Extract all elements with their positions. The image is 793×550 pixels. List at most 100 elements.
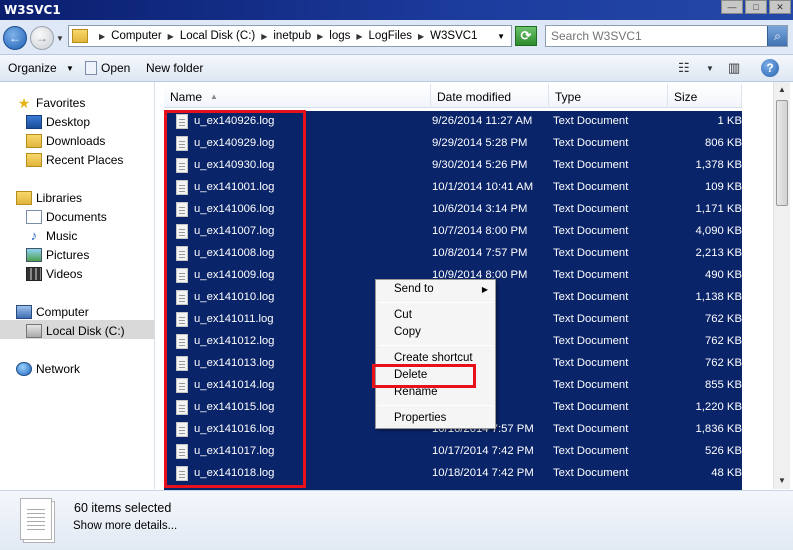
- menu-item-delete[interactable]: Delete: [394, 369, 427, 381]
- nav-label: Favorites: [36, 96, 86, 110]
- nav-item-recent-places[interactable]: Recent Places: [26, 151, 123, 169]
- file-size: 1,138 KB: [695, 291, 742, 303]
- nav-item-favorites[interactable]: ★ Favorites: [16, 94, 86, 112]
- chevron-right-icon[interactable]: ▶: [168, 32, 174, 41]
- file-size: 2,213 KB: [695, 247, 742, 259]
- file-name: u_ex141011.log: [194, 313, 274, 325]
- nav-label: Network: [36, 362, 81, 376]
- desktop-icon: [26, 115, 42, 129]
- menu-item-label: Create shortcut: [394, 352, 473, 364]
- chevron-right-icon[interactable]: ▶: [317, 32, 323, 41]
- table-row[interactable]: u_ex140926.log 9/26/2014 11:27 AM Text Doc…: [164, 111, 742, 133]
- file-name: u_ex141014.log: [194, 379, 275, 391]
- text-file-icon: [176, 224, 188, 239]
- menu-item-rename[interactable]: Rename: [394, 386, 437, 398]
- breadcrumb-w3svc1[interactable]: W3SVC1: [430, 30, 477, 42]
- file-date-modified: 10/17/2014 7:42 PM: [432, 445, 534, 457]
- file-name: u_ex141006.log: [194, 203, 275, 215]
- view-options-icon[interactable]: ☷: [678, 60, 690, 76]
- show-more-details-link[interactable]: Show more details...: [73, 520, 177, 532]
- pictures-icon: [26, 248, 42, 262]
- column-header-size[interactable]: Size: [668, 84, 742, 108]
- chevron-right-icon[interactable]: ▶: [418, 32, 424, 41]
- nav-item-music[interactable]: ♪ Music: [26, 227, 78, 245]
- scroll-down-icon[interactable]: ▼: [774, 473, 790, 489]
- table-row[interactable]: u_ex140930.log 9/30/2014 5:26 PM Text Docu…: [164, 155, 742, 177]
- refresh-icon[interactable]: ⟳: [515, 26, 537, 46]
- breadcrumb-logfiles[interactable]: LogFiles: [369, 30, 412, 42]
- nav-item-libraries[interactable]: Libraries: [16, 189, 82, 207]
- column-header-type[interactable]: Type: [549, 84, 668, 108]
- chevron-right-icon[interactable]: ▶: [356, 32, 362, 41]
- table-row[interactable]: u_ex141008.log 10/8/2014 7:57 PM Text Docu…: [164, 243, 742, 265]
- nav-item-computer[interactable]: Computer: [16, 303, 89, 321]
- breadcrumb-computer[interactable]: Computer: [111, 30, 162, 42]
- back-arrow-icon[interactable]: ←: [3, 26, 27, 50]
- address-box[interactable]: ▶ Computer ▶ Local Disk (C:) ▶ inetpub ▶…: [68, 25, 512, 47]
- file-date-modified: 10/7/2014 8:00 PM: [432, 225, 528, 237]
- table-row[interactable]: u_ex141007.log 10/7/2014 8:00 PM Text Docu…: [164, 221, 742, 243]
- selection-count: 60 items selected: [74, 501, 172, 515]
- minimize-button[interactable]: —: [721, 0, 743, 14]
- menu-item-properties[interactable]: Properties: [394, 412, 446, 424]
- breadcrumb-logs[interactable]: logs: [329, 30, 350, 42]
- menu-item-label: Delete: [394, 369, 428, 381]
- file-size: 48 KB: [711, 467, 742, 479]
- forward-arrow-icon[interactable]: →: [30, 26, 54, 50]
- file-size: 1,836 KB: [695, 423, 742, 435]
- nav-item-documents[interactable]: Documents: [26, 208, 107, 226]
- maximize-button[interactable]: □: [745, 0, 767, 14]
- menu-item-create-shortcut[interactable]: Create shortcut: [394, 352, 473, 364]
- table-row[interactable]: u_ex141018.log 10/18/2014 7:42 PM Text Doc…: [164, 463, 742, 485]
- table-row[interactable]: u_ex141001.log 10/1/2014 10:41 AM Text Doc…: [164, 177, 742, 199]
- nav-item-desktop[interactable]: Desktop: [26, 113, 90, 131]
- table-row[interactable]: u_ex141006.log 10/6/2014 3:14 PM Text Docu…: [164, 199, 742, 221]
- scrollbar-thumb[interactable]: [776, 100, 788, 206]
- breadcrumb-local-disk[interactable]: Local Disk (C:): [180, 30, 255, 42]
- nav-item-network[interactable]: Network: [16, 360, 80, 378]
- file-type: Text Document: [553, 159, 629, 171]
- file-type: Text Document: [553, 335, 629, 347]
- search-input[interactable]: [546, 26, 766, 46]
- file-name: u_ex141001.log: [194, 181, 275, 193]
- file-name: u_ex140930.log: [194, 159, 275, 171]
- table-row[interactable]: u_ex141017.log 10/17/2014 7:42 PM Text Doc…: [164, 441, 742, 463]
- menu-item-send-to[interactable]: Send to: [394, 283, 495, 295]
- search-box: ⌕: [545, 25, 788, 47]
- nav-item-downloads[interactable]: Downloads: [26, 132, 105, 150]
- column-header-date[interactable]: Date modified: [431, 84, 549, 108]
- chevron-right-icon[interactable]: ▶: [261, 32, 267, 41]
- text-file-icon: [176, 268, 188, 283]
- breadcrumb-inetpub[interactable]: inetpub: [273, 30, 311, 42]
- column-header-name[interactable]: Name ▲: [164, 84, 431, 108]
- recent-pages-chevron-icon[interactable]: ▼: [56, 34, 64, 43]
- nav-item-pictures[interactable]: Pictures: [26, 246, 89, 264]
- menu-item-copy[interactable]: Copy: [394, 326, 421, 338]
- folder-icon: [72, 29, 88, 43]
- organize-button[interactable]: Organize ▼: [8, 61, 74, 75]
- nav-item-videos[interactable]: Videos: [26, 265, 82, 283]
- chevron-right-icon[interactable]: ▶: [99, 32, 105, 41]
- scroll-up-icon[interactable]: ▲: [774, 82, 790, 98]
- search-icon[interactable]: ⌕: [767, 26, 787, 46]
- open-label: Open: [101, 61, 131, 75]
- chevron-down-icon[interactable]: ▼: [706, 64, 714, 73]
- help-icon[interactable]: ?: [761, 59, 779, 77]
- new-folder-button[interactable]: New folder: [146, 61, 203, 75]
- table-row[interactable]: u_ex140929.log 9/29/2014 5:28 PM Text Docu…: [164, 133, 742, 155]
- document-icon: [85, 61, 97, 75]
- column-header-label: Type: [555, 90, 582, 104]
- title-bar: W3SVC1 — □ ✕: [0, 0, 793, 20]
- open-button[interactable]: Open: [85, 61, 130, 75]
- menu-item-cut[interactable]: Cut: [394, 309, 412, 321]
- preview-pane-icon[interactable]: ▥: [728, 60, 740, 76]
- nav-item-local-disk[interactable]: Local Disk (C:): [26, 322, 125, 340]
- file-size: 762 KB: [704, 357, 742, 369]
- vertical-scrollbar[interactable]: ▲ ▼: [773, 82, 790, 489]
- file-size: 1 KB: [717, 115, 743, 127]
- file-type: Text Document: [553, 137, 629, 149]
- close-button[interactable]: ✕: [769, 0, 791, 14]
- chevron-down-icon[interactable]: ▼: [497, 32, 505, 41]
- file-date-modified: 10/6/2014 3:14 PM: [432, 203, 528, 215]
- nav-label: Recent Places: [46, 153, 124, 167]
